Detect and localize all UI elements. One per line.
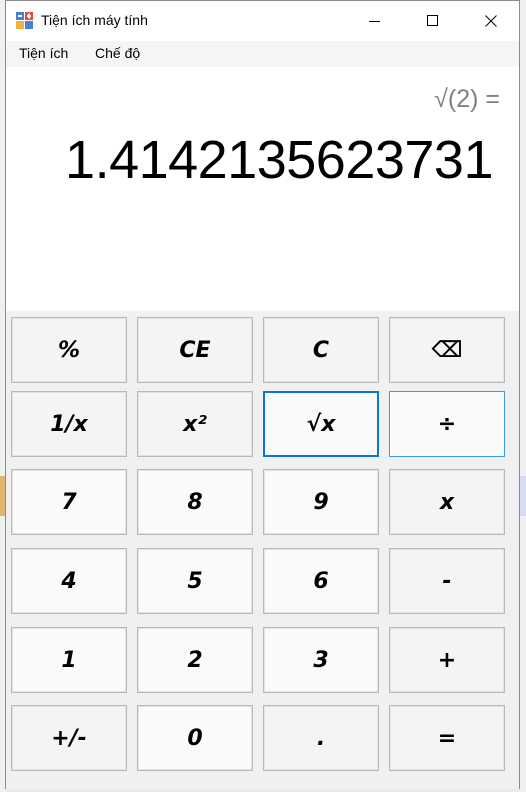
digit-8-button[interactable]: 8	[137, 469, 253, 535]
subtract-button[interactable]: -	[389, 548, 505, 614]
equals-button[interactable]: =	[389, 705, 505, 771]
window-title: Tiện ích máy tính	[41, 12, 148, 28]
title-bar[interactable]: Tiện ích máy tính	[6, 1, 519, 41]
multiply-button[interactable]: x	[389, 469, 505, 535]
close-button[interactable]	[462, 1, 520, 41]
menu-bar: Tiện ích Chế độ	[6, 41, 519, 67]
reciprocal-button[interactable]: 1/x	[11, 391, 127, 457]
keypad: % CE C ⌫ 1/x x² √x ÷ 7 8 9 x 4 5 6 - 1 2…	[6, 311, 519, 789]
background-right	[520, 0, 526, 792]
result-label: 1.4142135623731	[65, 130, 493, 190]
minimize-icon	[369, 21, 380, 22]
square-button[interactable]: x²	[137, 391, 253, 457]
digit-6-button[interactable]: 6	[263, 548, 379, 614]
close-icon	[485, 15, 497, 27]
expression-label: √(2) =	[434, 85, 500, 113]
backspace-button[interactable]: ⌫	[389, 317, 505, 383]
digit-1-button[interactable]: 1	[11, 627, 127, 693]
clear-button[interactable]: C	[263, 317, 379, 383]
percent-button[interactable]: %	[11, 317, 127, 383]
digit-5-button[interactable]: 5	[137, 548, 253, 614]
digit-9-button[interactable]: 9	[263, 469, 379, 535]
menu-mode[interactable]: Chế độ	[95, 45, 140, 61]
menu-utilities[interactable]: Tiện ích	[19, 45, 68, 61]
digit-3-button[interactable]: 3	[263, 627, 379, 693]
clear-entry-button[interactable]: CE	[137, 317, 253, 383]
digit-7-button[interactable]: 7	[11, 469, 127, 535]
digit-4-button[interactable]: 4	[11, 548, 127, 614]
digit-0-button[interactable]: 0	[137, 705, 253, 771]
calculator-app-icon	[16, 12, 33, 29]
background-strip-right	[520, 476, 526, 516]
minimize-button[interactable]	[346, 1, 404, 41]
divide-button[interactable]: ÷	[389, 391, 505, 457]
calculator-display: √(2) = 1.4142135623731	[6, 67, 519, 311]
maximize-icon	[427, 15, 438, 26]
maximize-button[interactable]	[404, 1, 462, 41]
negate-button[interactable]: +/-	[11, 705, 127, 771]
square-root-button[interactable]: √x	[263, 391, 379, 457]
digit-2-button[interactable]: 2	[137, 627, 253, 693]
calculator-window: Tiện ích máy tính Tiện ích Chế độ √(2) =…	[5, 0, 520, 789]
decimal-button[interactable]: .	[263, 705, 379, 771]
add-button[interactable]: +	[389, 627, 505, 693]
